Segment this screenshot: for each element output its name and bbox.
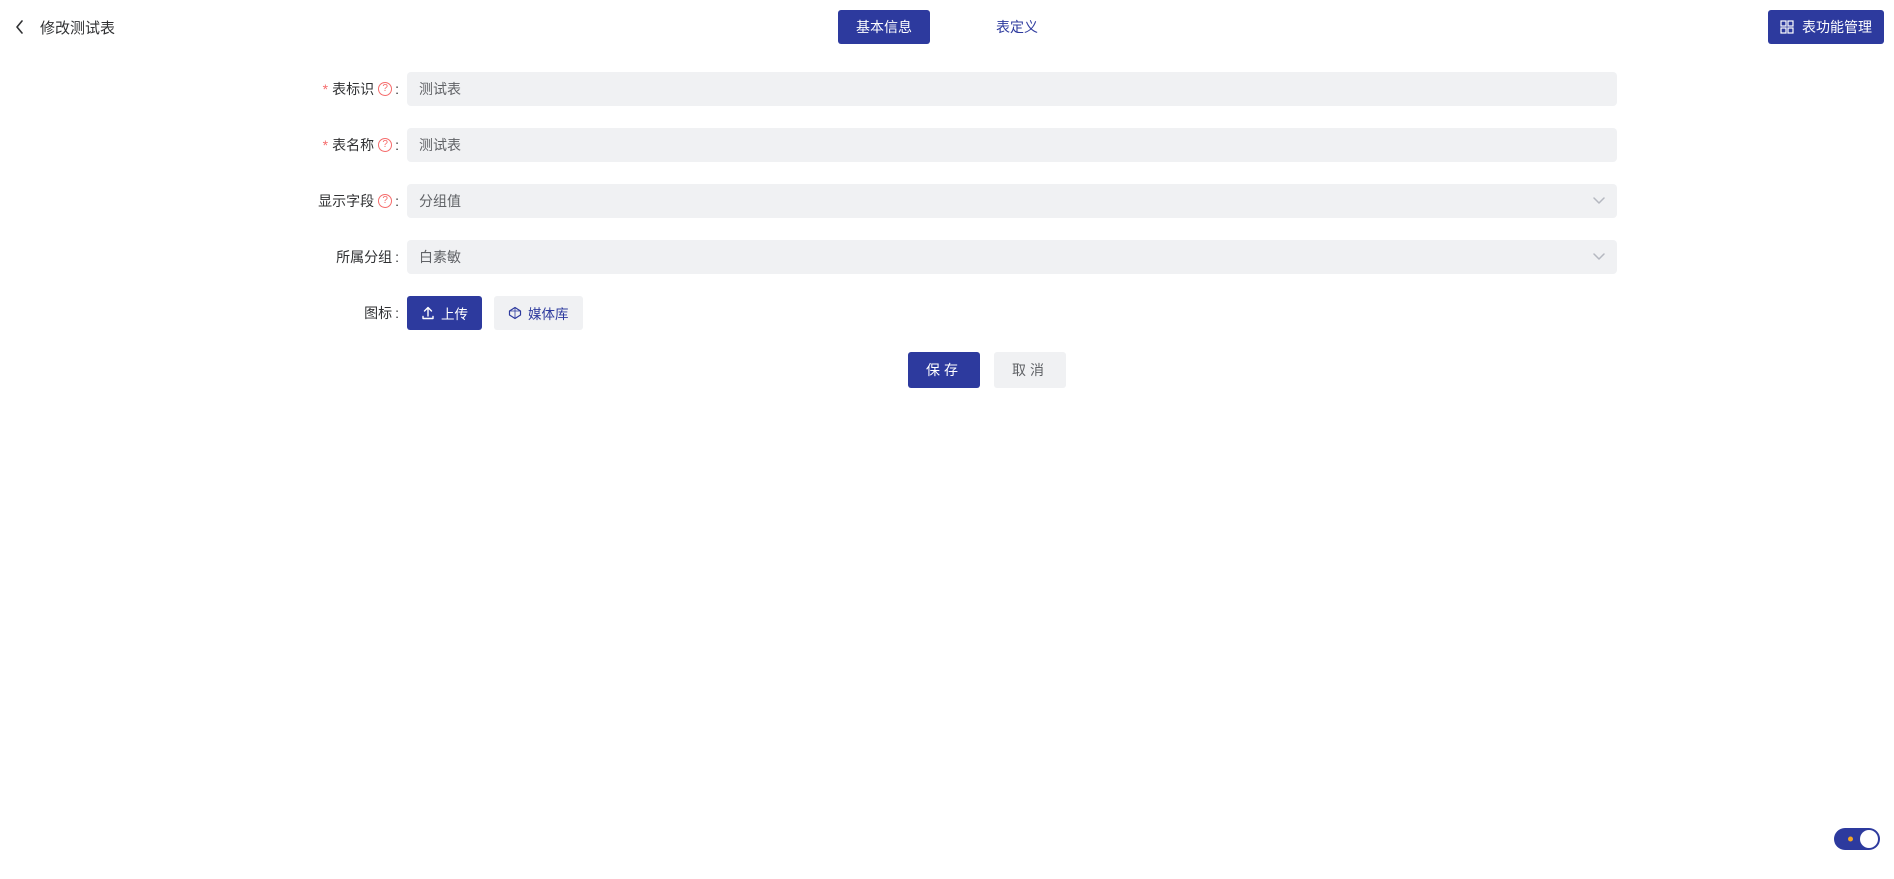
label-icon: 图标 : bbox=[277, 303, 407, 323]
input-table-name-wrap bbox=[407, 128, 1617, 162]
tab-table-definition[interactable]: 表定义 bbox=[978, 10, 1056, 44]
cancel-button[interactable]: 取消 bbox=[994, 352, 1066, 388]
required-mark: * bbox=[323, 81, 328, 97]
label-table-id: * 表标识 ? : bbox=[277, 79, 407, 99]
row-table-id: * 表标识 ? : bbox=[277, 72, 1617, 106]
row-table-name: * 表名称 ? : bbox=[277, 128, 1617, 162]
row-display-field: 显示字段 ? : 分组值 bbox=[277, 184, 1617, 218]
label-table-name: * 表名称 ? : bbox=[277, 135, 407, 155]
upload-button-label: 上传 bbox=[441, 303, 468, 323]
form-container: * 表标识 ? : * 表名称 ? : 显示字段 ? : 分组值 bbox=[247, 72, 1647, 388]
table-function-mgmt-label: 表功能管理 bbox=[1802, 17, 1872, 37]
page-title: 修改测试表 bbox=[40, 17, 115, 38]
media-library-button[interactable]: 媒体库 bbox=[494, 296, 583, 330]
chevron-down-icon bbox=[1593, 253, 1605, 261]
select-display-field[interactable]: 分组值 bbox=[407, 184, 1617, 218]
select-group[interactable]: 白素敏 bbox=[407, 240, 1617, 274]
header-tabs: 基本信息 表定义 bbox=[838, 10, 1056, 44]
floating-toggle-wrap bbox=[1834, 828, 1880, 853]
table-function-mgmt-button[interactable]: 表功能管理 bbox=[1768, 10, 1884, 44]
upload-button[interactable]: 上传 bbox=[407, 296, 482, 330]
media-icon bbox=[508, 306, 522, 320]
input-table-name[interactable] bbox=[419, 128, 1605, 162]
help-icon[interactable]: ? bbox=[378, 138, 392, 152]
media-library-button-label: 媒体库 bbox=[528, 303, 569, 323]
input-table-id-wrap bbox=[407, 72, 1617, 106]
toggle-knob bbox=[1860, 830, 1878, 848]
header-right: 表功能管理 bbox=[1768, 10, 1884, 44]
help-icon[interactable]: ? bbox=[378, 82, 392, 96]
grid-icon bbox=[1780, 20, 1794, 34]
input-table-id[interactable] bbox=[419, 72, 1605, 106]
back-icon[interactable] bbox=[10, 17, 30, 37]
chevron-down-icon bbox=[1593, 197, 1605, 205]
save-button[interactable]: 保存 bbox=[908, 352, 980, 388]
form-actions: 保存 取消 bbox=[277, 352, 1617, 388]
upload-icon bbox=[421, 306, 435, 320]
label-group: 所属分组 : bbox=[277, 247, 407, 267]
required-mark: * bbox=[323, 137, 328, 153]
icon-controls: 上传 媒体库 bbox=[407, 296, 1617, 330]
tab-basic-info[interactable]: 基本信息 bbox=[838, 10, 930, 44]
select-display-field-value: 分组值 bbox=[419, 191, 461, 211]
label-display-field: 显示字段 ? : bbox=[277, 191, 407, 211]
toggle-indicator-dot bbox=[1848, 837, 1853, 842]
header-left: 修改测试表 bbox=[10, 17, 115, 38]
help-icon[interactable]: ? bbox=[378, 194, 392, 208]
row-group: 所属分组 : 白素敏 bbox=[277, 240, 1617, 274]
row-icon: 图标 : 上传 bbox=[277, 296, 1617, 330]
floating-toggle[interactable] bbox=[1834, 828, 1880, 850]
select-group-value: 白素敏 bbox=[419, 247, 461, 267]
page-header: 修改测试表 基本信息 表定义 表功能管理 bbox=[0, 0, 1894, 54]
